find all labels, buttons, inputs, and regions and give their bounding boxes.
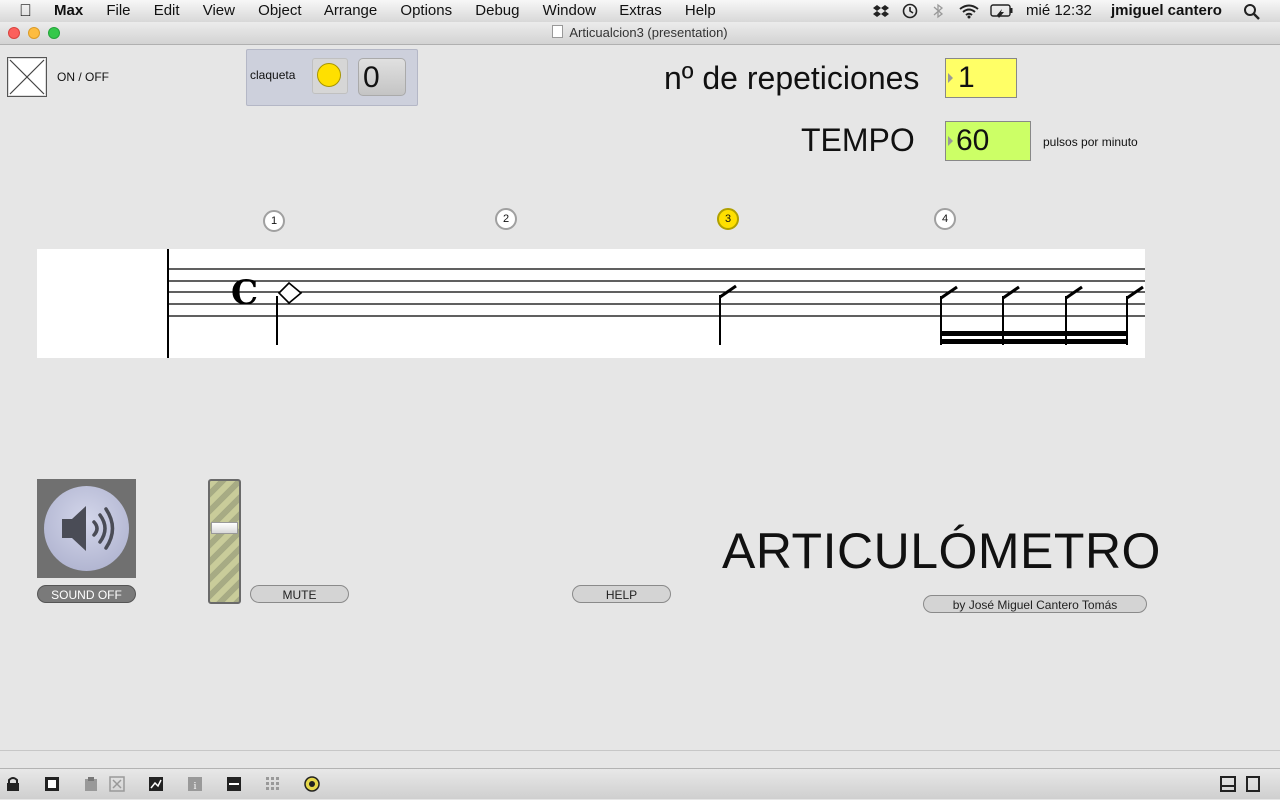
spotlight-search-icon[interactable] [1243,3,1261,20]
mute-button[interactable]: MUTE [250,585,349,603]
bluetooth-icon[interactable] [932,3,944,19]
app-title: ARTICULÓMETRO [722,523,1161,579]
audio-dsp-button[interactable] [37,479,136,578]
connection-icon[interactable] [226,776,242,792]
split-view-icon[interactable] [1220,776,1236,792]
tempo-number-box[interactable]: 60 [945,121,1031,161]
beat-indicator-4[interactable]: 4 [934,208,956,230]
chart-icon[interactable] [148,776,164,792]
claqueta-led[interactable] [317,63,341,87]
tempo-value: 60 [956,124,990,157]
svg-text:i: i [193,780,196,792]
menu-help[interactable]: Help [685,2,716,19]
credit-button[interactable]: by José Miguel Cantero Tomás [923,595,1147,613]
help-button[interactable]: HELP [572,585,671,603]
claqueta-counter[interactable]: 0 [358,58,406,96]
rhythm-staff: C [37,249,1145,358]
tempo-unit-label: pulsos por minuto [1043,135,1138,149]
menu-view[interactable]: View [203,2,235,19]
single-view-icon[interactable] [1245,776,1261,792]
clipboard-icon[interactable] [83,776,99,792]
menu-file[interactable]: File [106,2,130,19]
beat-indicator-1[interactable]: 1 [263,210,285,232]
time-machine-icon[interactable] [901,3,919,19]
document-icon [552,25,564,38]
time-signature: C [231,273,258,313]
user-name[interactable]: jmiguel cantero [1111,0,1222,22]
beat-indicator-2[interactable]: 2 [495,208,517,230]
toolbar-separator [0,750,1280,751]
minimize-window-icon[interactable] [28,27,40,39]
zoom-window-icon[interactable] [48,27,60,39]
window-title-bar: Articualcion3 (presentation) [0,22,1280,45]
menu-arrange[interactable]: Arrange [324,2,377,19]
wifi-icon[interactable] [958,3,980,19]
clock[interactable]: mié 12:32 [1026,0,1092,22]
info-icon[interactable]: i [187,776,203,792]
beat-indicator-3[interactable]: 3 [717,208,739,230]
tempo-label: TEMPO [801,122,915,158]
speaker-icon [62,506,115,551]
menu-extras[interactable]: Extras [619,2,662,19]
lock-icon[interactable] [5,776,21,792]
menu-options[interactable]: Options [400,2,452,19]
on-off-toggle[interactable] [7,57,47,97]
toggle-x-icon [9,59,45,95]
clear-icon[interactable] [109,776,125,792]
menu-app[interactable]: Max [54,2,83,19]
menu-debug[interactable]: Debug [475,2,519,19]
dropbox-icon[interactable] [872,3,890,19]
menu-object[interactable]: Object [258,2,301,19]
patcher-toolbar: i [0,768,1280,799]
on-off-label: ON / OFF [57,70,109,84]
repeticiones-value: 1 [958,61,975,94]
gain-slider[interactable] [208,479,241,604]
palette-icon[interactable] [304,776,320,792]
number-box-arrow-icon [948,136,953,146]
apple-menu-icon[interactable]:  [19,0,32,22]
sound-off-button[interactable]: SOUND OFF [37,585,136,603]
battery-icon[interactable] [990,4,1014,18]
close-window-icon[interactable] [8,27,20,39]
number-box-arrow-icon [948,73,953,83]
repeticiones-label: nº de repeticiones [664,60,920,96]
window-title: Articualcion3 (presentation) [569,25,728,40]
menu-edit[interactable]: Edit [154,2,180,19]
grid-icon[interactable] [265,776,281,792]
presentation-icon[interactable] [44,776,60,792]
gain-slider-handle[interactable] [211,522,238,534]
repeticiones-number-box[interactable]: 1 [945,58,1017,98]
menu-bar:  Max File Edit View Object Arrange Opti… [0,0,1280,23]
menu-window[interactable]: Window [543,2,596,19]
claqueta-label: claqueta [250,68,296,82]
